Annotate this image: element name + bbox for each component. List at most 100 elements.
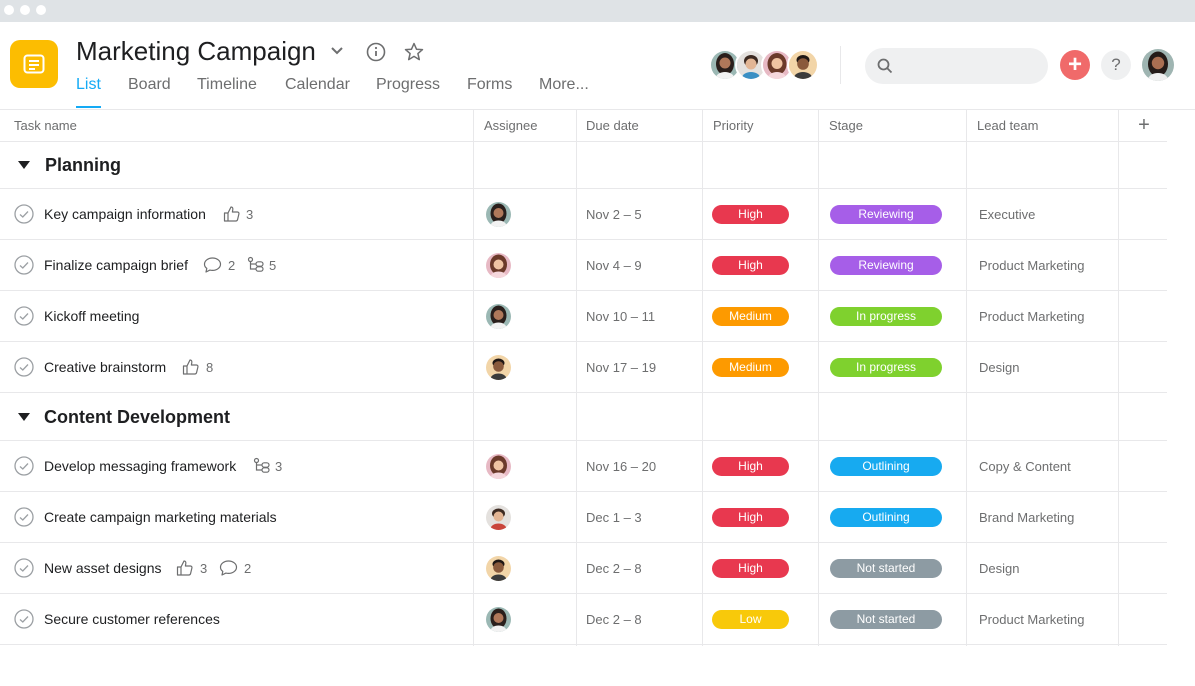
likes-count[interactable]: 8 bbox=[182, 356, 222, 378]
assignee-avatar[interactable] bbox=[486, 253, 511, 278]
tab-progress[interactable]: Progress bbox=[376, 76, 440, 94]
column-header-task-name[interactable]: Task name bbox=[0, 110, 77, 142]
task-name[interactable]: Create campaign marketing materials bbox=[44, 509, 277, 525]
lead-team[interactable]: Design bbox=[979, 561, 1019, 576]
priority-badge[interactable]: Medium bbox=[712, 307, 789, 326]
assignee-avatar[interactable] bbox=[486, 304, 511, 329]
priority-badge[interactable]: High bbox=[712, 508, 789, 527]
due-date[interactable]: Nov 16 – 20 bbox=[586, 459, 656, 474]
table-row[interactable]: New asset designs 3 2 Dec 2 – 8 High Not… bbox=[0, 543, 1167, 594]
priority-badge[interactable]: High bbox=[712, 559, 789, 578]
window-minimize-dot[interactable] bbox=[20, 5, 30, 15]
task-name[interactable]: Creative brainstorm bbox=[44, 359, 166, 375]
complete-check-icon[interactable] bbox=[14, 507, 34, 527]
column-header-due-date[interactable]: Due date bbox=[576, 110, 639, 142]
assignee-avatar[interactable] bbox=[486, 454, 511, 479]
project-icon[interactable] bbox=[10, 40, 58, 88]
column-header-priority[interactable]: Priority bbox=[703, 110, 753, 142]
table-row[interactable]: Develop messaging framework 3 Nov 16 – 2… bbox=[0, 441, 1167, 492]
add-column-button[interactable]: + bbox=[1134, 110, 1154, 142]
add-button[interactable]: + bbox=[1060, 50, 1090, 80]
column-header-stage[interactable]: Stage bbox=[819, 110, 863, 142]
due-date[interactable]: Nov 4 – 9 bbox=[586, 258, 642, 273]
table-row[interactable]: Secure customer references Dec 2 – 8 Low… bbox=[0, 594, 1167, 645]
complete-check-icon[interactable] bbox=[14, 255, 34, 275]
table-row[interactable]: Create campaign marketing materials Dec … bbox=[0, 492, 1167, 543]
priority-badge[interactable]: Low bbox=[712, 610, 789, 629]
search-input[interactable] bbox=[865, 48, 1048, 84]
priority-badge[interactable]: Medium bbox=[712, 358, 789, 377]
complete-check-icon[interactable] bbox=[14, 609, 34, 629]
stage-badge[interactable]: Not started bbox=[830, 559, 942, 578]
lead-team[interactable]: Design bbox=[979, 360, 1019, 375]
lead-team[interactable]: Executive bbox=[979, 207, 1035, 222]
table-row[interactable]: Key campaign information 3 Nov 2 – 5 Hig… bbox=[0, 189, 1167, 240]
collapse-triangle-icon[interactable] bbox=[18, 161, 30, 169]
tab-board[interactable]: Board bbox=[128, 76, 171, 94]
complete-check-icon[interactable] bbox=[14, 357, 34, 377]
tab-timeline[interactable]: Timeline bbox=[197, 76, 257, 94]
task-name[interactable]: Finalize campaign brief bbox=[44, 257, 188, 273]
comments-count[interactable]: 2 bbox=[203, 254, 243, 276]
due-date[interactable]: Nov 17 – 19 bbox=[586, 360, 656, 375]
task-name[interactable]: New asset designs bbox=[44, 560, 162, 576]
stage-badge[interactable]: In progress bbox=[830, 358, 942, 377]
column-header-lead-team[interactable]: Lead team bbox=[967, 110, 1038, 142]
stage-badge[interactable]: In progress bbox=[830, 307, 942, 326]
table-row[interactable]: Kickoff meeting Nov 10 – 11 Medium In pr… bbox=[0, 291, 1167, 342]
complete-check-icon[interactable] bbox=[14, 456, 34, 476]
stage-badge[interactable]: Outlining bbox=[830, 508, 942, 527]
complete-check-icon[interactable] bbox=[14, 306, 34, 326]
window-close-dot[interactable] bbox=[4, 5, 14, 15]
due-date[interactable]: Dec 2 – 8 bbox=[586, 612, 642, 627]
tab-forms[interactable]: Forms bbox=[467, 76, 512, 94]
task-name[interactable]: Kickoff meeting bbox=[44, 308, 139, 324]
complete-check-icon[interactable] bbox=[14, 204, 34, 224]
subtasks-count[interactable]: 5 bbox=[247, 254, 287, 276]
task-name[interactable]: Secure customer references bbox=[44, 611, 220, 627]
task-name[interactable]: Develop messaging framework bbox=[44, 458, 236, 474]
assignee-avatar[interactable] bbox=[486, 505, 511, 530]
stage-badge[interactable]: Reviewing bbox=[830, 205, 942, 224]
assignee-avatar[interactable] bbox=[486, 607, 511, 632]
due-date[interactable]: Dec 1 – 3 bbox=[586, 510, 642, 525]
stage-badge[interactable]: Reviewing bbox=[830, 256, 942, 275]
table-row[interactable]: Creative brainstorm 8 Nov 17 – 19 Medium… bbox=[0, 342, 1167, 393]
lead-team[interactable]: Product Marketing bbox=[979, 309, 1085, 324]
column-header-assignee[interactable]: Assignee bbox=[474, 110, 537, 142]
window-maximize-dot[interactable] bbox=[36, 5, 46, 15]
due-date[interactable]: Dec 2 – 8 bbox=[586, 561, 642, 576]
assignee-avatar[interactable] bbox=[486, 202, 511, 227]
due-date[interactable]: Nov 2 – 5 bbox=[586, 207, 642, 222]
comments-count[interactable]: 2 bbox=[219, 557, 259, 579]
table-row[interactable]: Finalize campaign brief 2 5 Nov 4 – 9 Hi… bbox=[0, 240, 1167, 291]
tab-more[interactable]: More... bbox=[539, 76, 589, 94]
lead-team[interactable]: Product Marketing bbox=[979, 258, 1085, 273]
priority-badge[interactable]: High bbox=[712, 205, 789, 224]
lead-team[interactable]: Product Marketing bbox=[979, 612, 1085, 627]
stage-badge[interactable]: Not started bbox=[830, 610, 942, 629]
likes-count[interactable]: 3 bbox=[176, 557, 216, 579]
complete-check-icon[interactable] bbox=[14, 558, 34, 578]
likes-count[interactable]: 3 bbox=[223, 203, 263, 225]
assignee-avatar[interactable] bbox=[486, 556, 511, 581]
tab-calendar[interactable]: Calendar bbox=[285, 76, 350, 94]
due-date[interactable]: Nov 10 – 11 bbox=[586, 309, 655, 324]
section-header[interactable]: Content Development bbox=[0, 394, 1167, 441]
priority-badge[interactable]: High bbox=[712, 256, 789, 275]
help-button[interactable]: ? bbox=[1101, 50, 1131, 80]
task-name[interactable]: Key campaign information bbox=[44, 206, 206, 222]
stage-badge[interactable]: Outlining bbox=[830, 457, 942, 476]
info-icon[interactable] bbox=[366, 42, 386, 67]
star-icon[interactable] bbox=[404, 42, 424, 67]
collapse-triangle-icon[interactable] bbox=[18, 413, 30, 421]
lead-team[interactable]: Copy & Content bbox=[979, 459, 1071, 474]
priority-badge[interactable]: High bbox=[712, 457, 789, 476]
assignee-avatar[interactable] bbox=[486, 355, 511, 380]
chevron-down-icon[interactable] bbox=[329, 42, 345, 63]
subtasks-count[interactable]: 3 bbox=[253, 455, 293, 477]
lead-team[interactable]: Brand Marketing bbox=[979, 510, 1074, 525]
tab-list[interactable]: List bbox=[76, 76, 101, 108]
section-header[interactable]: Planning bbox=[0, 142, 1167, 189]
user-avatar[interactable] bbox=[1142, 49, 1174, 81]
